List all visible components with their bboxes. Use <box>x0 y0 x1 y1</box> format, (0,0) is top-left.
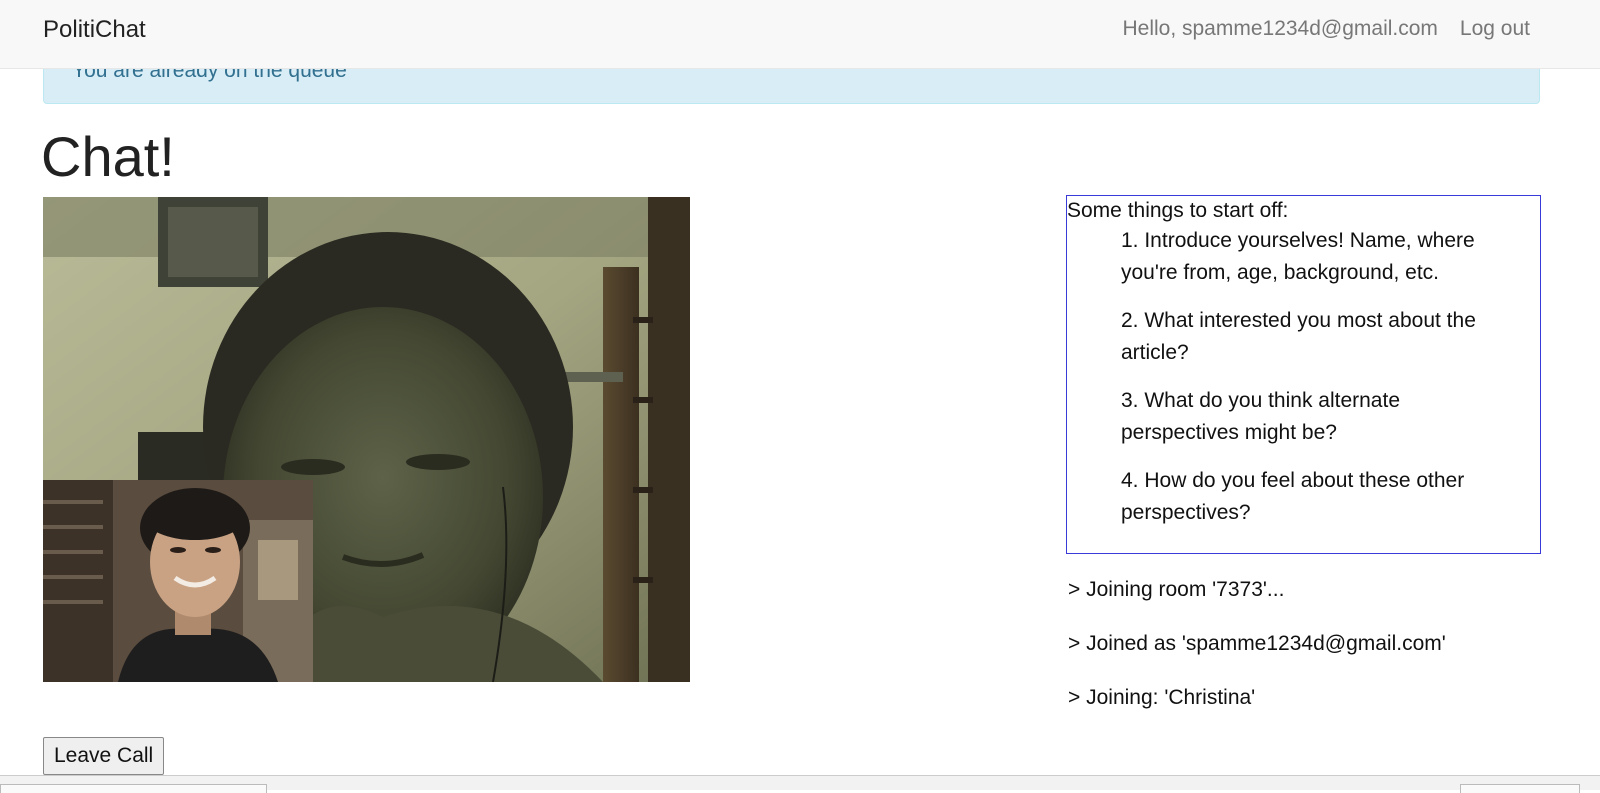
leave-call-button[interactable]: Leave Call <box>43 737 165 775</box>
nav-right: Hello, spamme1234d@gmail.com Log out <box>1122 17 1530 41</box>
tip-item: 1. Introduce yourselves! Name, where you… <box>1121 229 1475 284</box>
log-line: > Joining: 'Christina' <box>1068 686 1256 709</box>
brand-link[interactable]: PolitiChat <box>43 16 146 44</box>
log-line: > Joining room '7373'... <box>1068 578 1285 601</box>
conversation-tips: Some things to start off: 1. Introduce y… <box>1066 195 1541 554</box>
connection-log: > Joining room '7373'... > Joined as 'sp… <box>1068 576 1446 738</box>
horizontal-scrollbar[interactable] <box>0 775 1600 793</box>
logout-link[interactable]: Log out <box>1460 17 1530 41</box>
tips-list: 1. Introduce yourselves! Name, where you… <box>1067 225 1540 529</box>
tip-item: 4. How do you feel about these other per… <box>1121 469 1465 524</box>
user-greeting[interactable]: Hello, spamme1234d@gmail.com <box>1122 17 1437 41</box>
page-title: Chat! <box>41 125 175 188</box>
tips-heading: Some things to start off: <box>1067 199 1289 222</box>
navbar: PolitiChat Hello, spamme1234d@gmail.com … <box>0 0 1600 69</box>
log-line: > Joined as 'spamme1234d@gmail.com' <box>1068 632 1446 655</box>
tip-item: 3. What do you think alternate perspecti… <box>1121 389 1400 444</box>
local-video <box>43 480 313 682</box>
local-video-frame <box>43 480 313 682</box>
tip-item: 2. What interested you most about the ar… <box>1121 309 1476 364</box>
